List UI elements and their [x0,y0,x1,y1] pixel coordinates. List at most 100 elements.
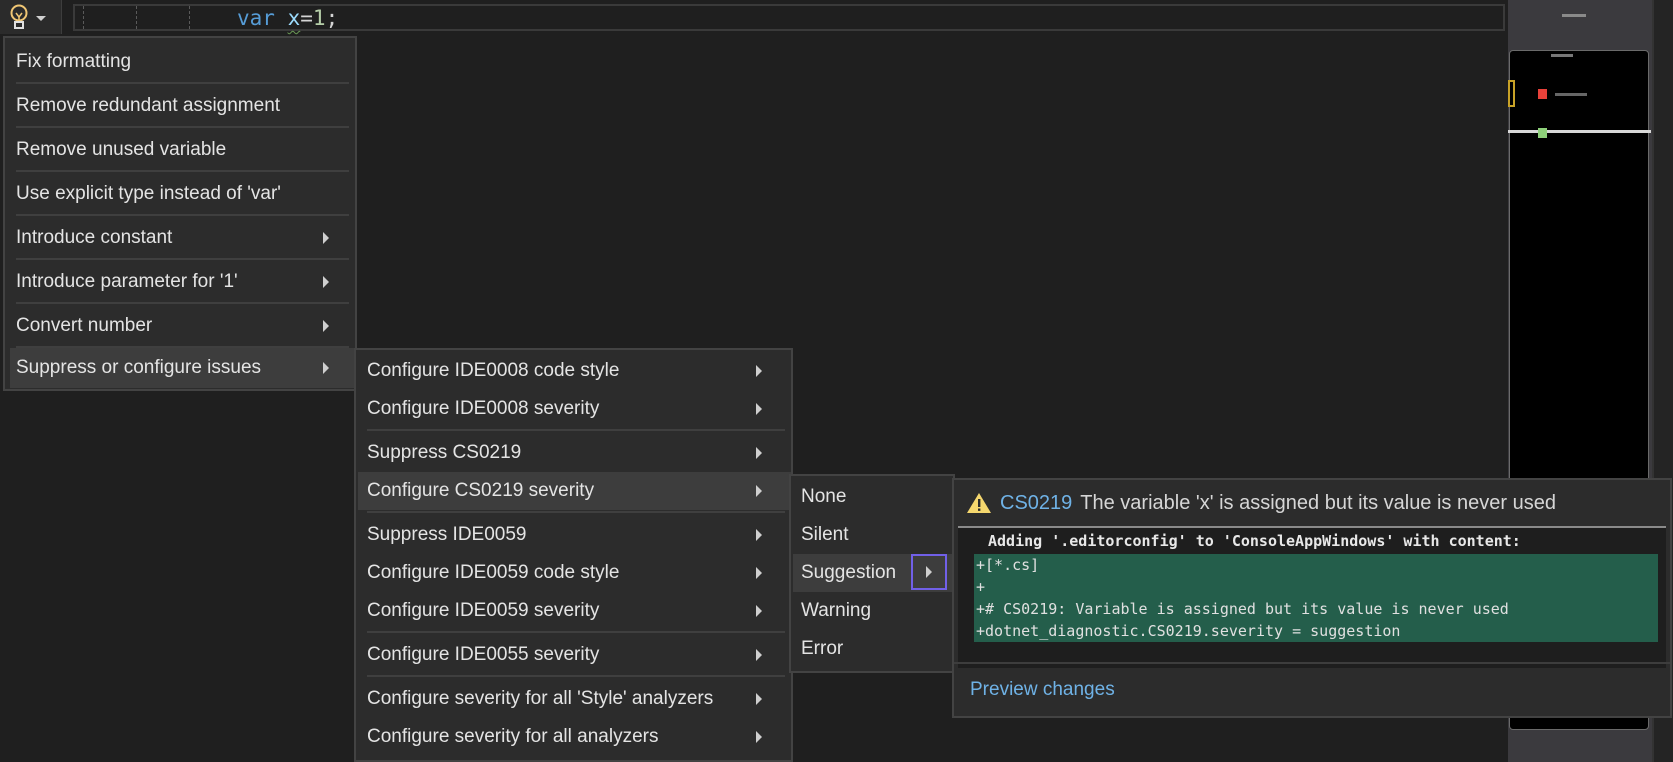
chevron-right-icon [756,693,762,705]
menu-item-label: Configure severity for all 'Style' analy… [367,688,714,709]
menu-separator [367,511,785,513]
menu-item-introduce-parameter-for-1[interactable]: Introduce parameter for '1' [5,262,355,302]
diff-line: + [976,578,986,596]
lightbulb-button[interactable] [0,0,62,34]
menu-item-label: Warning [801,600,872,621]
preview-header: CS0219 The variable 'x' is assigned but … [954,480,1670,526]
chevron-down-icon[interactable] [36,15,46,21]
chevron-right-icon [323,232,329,244]
indent-guide [136,6,137,29]
minimap-text [1551,54,1573,57]
chevron-right-icon [756,731,762,743]
menu-item-configure-ide0008-code-style[interactable]: Configure IDE0008 code style [356,352,791,390]
chevron-right-icon [756,605,762,617]
suppress-configure-submenu: Configure IDE0008 code style Configure ID… [354,348,793,762]
menu-item-label: Remove unused variable [16,139,227,160]
menu-item-use-explicit-type-instead-of-var[interactable]: Use explicit type instead of 'var' [5,174,355,214]
diff-line: +[*.cs] [976,556,1040,574]
menu-item-none[interactable]: None [791,478,953,516]
code-variable: x [287,6,301,30]
menu-separator [16,302,349,304]
menu-item-error[interactable]: Error [791,630,953,668]
minimap-bookmark-marker [1508,80,1515,107]
menu-separator [16,170,349,172]
preview-content: Adding '.editorconfig' to 'ConsoleAppWin… [958,526,1666,668]
fix-preview-panel: CS0219 The variable 'x' is assigned but … [952,478,1672,718]
minimap-change-marker [1538,128,1547,138]
menu-separator [16,346,349,348]
menu-item-configure-ide0059-code-style[interactable]: Configure IDE0059 code style [356,554,791,592]
menu-item-label: Configure IDE0008 severity [367,398,600,419]
menu-item-configure-ide0055-severity[interactable]: Configure IDE0055 severity [356,636,791,674]
menu-item-fix-formatting[interactable]: Fix formatting [5,42,355,82]
menu-separator [16,214,349,216]
menu-item-label: Configure IDE0059 severity [367,600,600,621]
minimap-error-marker [1538,89,1547,99]
chevron-right-icon [756,485,762,497]
menu-item-silent[interactable]: Silent [791,516,953,554]
menu-item-suppress-or-configure-issues[interactable]: Suppress or configure issues [10,348,355,388]
menu-item-warning[interactable]: Warning [791,592,953,630]
warning-icon [967,493,991,513]
code-number: 1 [312,6,326,30]
menu-item-label: Silent [801,524,849,545]
severity-submenu: None Silent Suggestion Warning Error [789,474,955,673]
indent-guide [83,6,84,29]
menu-separator [16,126,349,128]
indent-guide [189,6,190,29]
diagnostic-code-link[interactable]: CS0219 [1000,492,1072,515]
chevron-right-icon [323,320,329,332]
menu-separator [367,429,785,431]
menu-item-label: Introduce constant [16,227,173,248]
menu-separator [367,631,785,633]
chevron-right-icon [323,276,329,288]
menu-item-convert-number[interactable]: Convert number [5,306,355,346]
code-keyword: var [237,6,275,30]
preview-footer: Preview changes [954,662,1670,716]
chevron-right-icon [756,365,762,377]
menu-item-remove-redundant-assignment[interactable]: Remove redundant assignment [5,86,355,126]
menu-item-configure-severity-for-all-style-analyzers[interactable]: Configure severity for all 'Style' analy… [356,680,791,718]
menu-item-label: Configure IDE0055 severity [367,644,600,665]
minimap-caret-line [1508,130,1651,133]
chevron-right-icon [756,567,762,579]
menu-item-label: Configure severity for all analyzers [367,726,659,747]
menu-item-configure-ide0059-severity[interactable]: Configure IDE0059 severity [356,592,791,630]
menu-item-label: Suppress IDE0059 [367,524,527,545]
menu-item-label: Configure CS0219 severity [367,480,595,501]
menu-item-label: Configure IDE0008 code style [367,360,620,381]
minimap-text [1555,93,1587,96]
menu-item-remove-unused-variable[interactable]: Remove unused variable [5,130,355,170]
menu-item-label: Suggestion [801,562,897,583]
chevron-right-icon [756,447,762,459]
menu-item-label: None [801,486,847,507]
suggestion-submenu-expander[interactable] [911,554,947,590]
menu-separator [16,258,349,260]
preview-intro: Adding '.editorconfig' to 'ConsoleAppWin… [988,532,1521,550]
code-text[interactable]: var x=1; [237,4,338,32]
menu-item-configure-ide0008-severity[interactable]: Configure IDE0008 severity [356,390,791,428]
diff-added-block: +[*.cs] + +# CS0219: Variable is assigned … [974,554,1658,642]
menu-item-introduce-constant[interactable]: Introduce constant [5,218,355,258]
menu-item-suppress-ide0059[interactable]: Suppress IDE0059 [356,516,791,554]
menu-item-label: Error [801,638,844,659]
quick-actions-menu: Fix formatting Remove redundant assignmen… [3,36,357,391]
menu-item-configure-severity-for-all-analyzers[interactable]: Configure severity for all analyzers [356,718,791,756]
menu-item-label: Suppress CS0219 [367,442,522,463]
minimap-text [1562,14,1586,17]
preview-changes-link[interactable]: Preview changes [970,679,1115,701]
menu-item-label: Suppress or configure issues [16,357,262,378]
menu-item-suppress-cs0219[interactable]: Suppress CS0219 [356,434,791,472]
chevron-right-icon [926,566,932,578]
diagnostic-message: The variable 'x' is assigned but its val… [1080,491,1556,514]
menu-item-label: Fix formatting [16,51,132,72]
diff-line: +# CS0219: Variable is assigned but its … [976,600,1509,618]
menu-item-suggestion[interactable]: Suggestion [793,554,953,592]
menu-item-label: Use explicit type instead of 'var' [16,183,281,204]
chevron-right-icon [756,403,762,415]
code-operator: = [300,6,313,30]
menu-item-label: Remove redundant assignment [16,95,281,116]
menu-item-configure-cs0219-severity[interactable]: Configure CS0219 severity [358,472,791,510]
code-semicolon: ; [325,6,339,30]
menu-item-label: Configure IDE0059 code style [367,562,620,583]
